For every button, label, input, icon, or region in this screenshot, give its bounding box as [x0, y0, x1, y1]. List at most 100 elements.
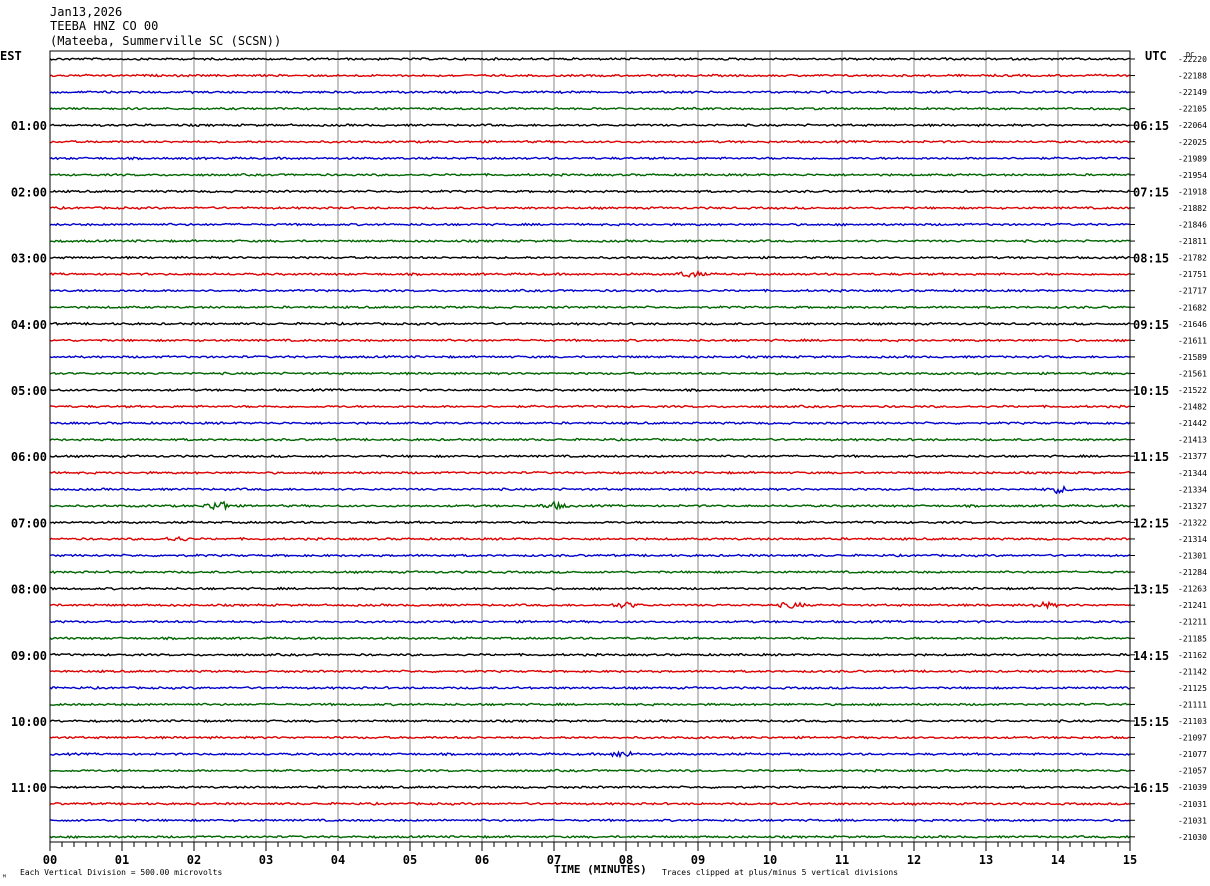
trace-line — [49, 354, 1131, 359]
x-tick-label: 00 — [43, 853, 57, 867]
corner-mark: ᴹ — [2, 873, 7, 882]
trace-line — [49, 189, 1131, 194]
dc-offset-label: -21442 — [1178, 419, 1207, 428]
dc-offset-label: -21327 — [1178, 502, 1207, 511]
right-hour-label: 16:15 — [1133, 781, 1169, 795]
trace-line — [49, 269, 1131, 278]
trace-line — [49, 338, 1131, 343]
dc-offset-label: -21846 — [1178, 221, 1207, 230]
x-tick-label: 04 — [331, 853, 345, 867]
left-hour-label: 08:00 — [11, 583, 47, 597]
trace-line — [49, 470, 1131, 475]
dc-offset-label: -21377 — [1178, 452, 1207, 461]
dc-offset-label: -22064 — [1178, 121, 1207, 130]
dc-offset-label: -21039 — [1178, 783, 1207, 792]
trace-line — [49, 570, 1131, 575]
trace-line — [49, 484, 1131, 495]
trace-line — [49, 636, 1131, 641]
dc-offset-label: -21413 — [1178, 436, 1207, 445]
trace-line — [49, 156, 1131, 161]
trace-line — [49, 205, 1131, 211]
dc-offset-label: -21334 — [1178, 485, 1207, 494]
dc-offset-label: -21103 — [1178, 717, 1207, 726]
left-hour-label: 06:00 — [11, 450, 47, 464]
dc-offset-label: -21989 — [1178, 154, 1207, 163]
left-hour-label: 09:00 — [11, 649, 47, 663]
trace-line — [49, 702, 1131, 707]
trace-line — [49, 553, 1131, 558]
trace-line — [49, 785, 1131, 790]
left-hour-label: 05:00 — [11, 384, 47, 398]
plot-labels: 00 01 02 03 04 05 06 07 08 09 10 11 12 13 14 15-22220-2… — [11, 55, 1207, 867]
dc-offset-label: -21111 — [1178, 700, 1207, 709]
left-hour-label: 11:00 — [11, 781, 47, 795]
trace-line — [49, 420, 1131, 426]
trace-line — [49, 387, 1131, 393]
x-axis-title: TIME (MINUTES) — [554, 863, 647, 876]
dc-offset-label: -21301 — [1178, 552, 1207, 561]
trace-line — [49, 404, 1131, 409]
trace-line — [49, 89, 1131, 95]
dc-offset-label: -21284 — [1178, 568, 1207, 577]
trace-line — [49, 652, 1131, 657]
trace-line — [49, 172, 1131, 177]
left-hour-label: 03:00 — [11, 252, 47, 266]
trace-line — [49, 222, 1131, 227]
right-hour-label: 15:15 — [1133, 715, 1169, 729]
right-timezone-label: UTC — [1145, 49, 1167, 63]
header-date: Jan13,2026 — [50, 5, 122, 19]
x-tick-label: 13 — [979, 853, 993, 867]
trace-line — [49, 73, 1131, 78]
trace-line — [49, 735, 1131, 740]
trace-line — [49, 768, 1131, 773]
trace-line — [49, 685, 1131, 691]
right-hour-label: 13:15 — [1133, 583, 1169, 597]
dc-offset-label: -21561 — [1178, 369, 1207, 378]
x-tick-label: 05 — [403, 853, 417, 867]
trace-line — [49, 586, 1131, 591]
trace-line — [49, 288, 1131, 293]
left-hour-label: 04:00 — [11, 318, 47, 332]
trace-line — [49, 669, 1131, 674]
right-hour-label: 14:15 — [1133, 649, 1169, 663]
dc-offset-label: -21682 — [1178, 303, 1207, 312]
dc-offset-label: -21125 — [1178, 684, 1207, 693]
header-location: (Mateeba, Summerville SC (SCSN)) — [50, 34, 281, 48]
trace-line — [49, 305, 1131, 310]
trace-line — [49, 818, 1131, 823]
dc-offset-label: -21097 — [1178, 734, 1207, 743]
dc-offset-label: -21954 — [1178, 171, 1207, 180]
clip-note: Traces clipped at plus/minus 5 vertical … — [662, 868, 898, 877]
dc-offset-label: -21162 — [1178, 651, 1207, 660]
trace-line — [49, 139, 1131, 144]
trace-line — [49, 801, 1131, 806]
right-hour-label: 06:15 — [1133, 119, 1169, 133]
plot-border — [49, 50, 1131, 843]
right-hour-label: 10:15 — [1133, 384, 1169, 398]
right-hour-label: 09:15 — [1133, 318, 1169, 332]
dc-offset-label: -21344 — [1178, 469, 1207, 478]
dc-offset-label: -21882 — [1178, 204, 1207, 213]
left-hour-label: 02:00 — [11, 185, 47, 199]
plot-frame — [49, 50, 1131, 843]
left-timezone-label: EST — [0, 49, 22, 63]
trace-line — [49, 123, 1131, 128]
vertical-division-note: Each Vertical Division = 500.00 microvol… — [20, 868, 222, 877]
dc-offset-label: -21241 — [1178, 601, 1207, 610]
trace-line — [49, 520, 1131, 525]
right-hour-label: 07:15 — [1133, 185, 1169, 199]
left-hour-label: 01:00 — [11, 119, 47, 133]
dc-offset-label: -21185 — [1178, 634, 1207, 643]
trace-line — [49, 535, 1131, 542]
header-station: TEEBA HNZ CO 00 — [50, 19, 158, 33]
trace-line — [49, 238, 1131, 244]
trace-line — [49, 619, 1131, 624]
dc-offset-label: -21031 — [1178, 800, 1207, 809]
trace-line — [49, 321, 1131, 326]
right-hour-label: 12:15 — [1133, 516, 1169, 530]
dc-offset-label: -22188 — [1178, 72, 1207, 81]
dc-offset-label: -22105 — [1178, 105, 1207, 114]
dc-offset-label: -21077 — [1178, 750, 1207, 759]
dc-offset-label: -21918 — [1178, 187, 1207, 196]
minute-gridlines — [121, 51, 1059, 842]
